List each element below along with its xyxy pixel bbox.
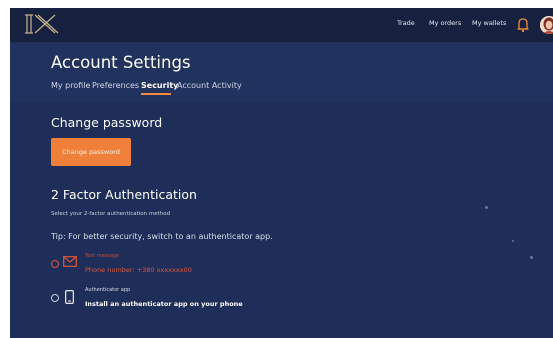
phone-icon [65,290,74,304]
user-avatar[interactable] [540,16,553,34]
bell-icon[interactable] [516,17,530,33]
two-factor-title: 2 Factor Authentication [51,187,197,202]
settings-header [10,42,553,102]
nav-trade[interactable]: Trade [397,19,415,27]
authenticator-app-detail: Install an authenticator app on your pho… [85,300,243,308]
envelope-icon [63,256,77,267]
top-navigation-bar: Trade My orders My wallets [10,8,553,42]
tab-my-profile[interactable]: My profile [51,81,90,90]
tab-security[interactable]: Security [141,81,178,90]
authenticator-app-radio[interactable] [51,294,59,302]
text-message-label: Text message [85,253,120,259]
security-tip: Tip: For better security, switch to an a… [51,232,273,241]
nav-my-orders[interactable]: My orders [429,19,461,27]
change-password-title: Change password [51,115,163,130]
avatar-portrait-icon [540,16,553,34]
change-password-button[interactable]: Change password [51,138,131,166]
decorative-dot [530,256,533,259]
text-message-radio[interactable] [51,260,59,268]
ix-logo[interactable] [24,11,62,37]
page-title: Account Settings [51,53,191,72]
two-factor-subtitle: Select your 2-factor authentication meth… [51,211,171,217]
tab-preferences[interactable]: Preferences [92,81,139,90]
tab-account-activity[interactable]: Account Activity [177,81,242,90]
phone-number-text: Phone number: +380 xxxxxxx00 [85,266,192,274]
decorative-dot [485,206,488,209]
nav-my-wallets[interactable]: My wallets [472,19,506,27]
active-tab-indicator [141,93,171,95]
authenticator-app-label: Authenticator app [85,287,131,293]
decorative-dot [512,240,514,242]
app-window: Trade My orders My wallets Account Setti… [10,8,553,338]
